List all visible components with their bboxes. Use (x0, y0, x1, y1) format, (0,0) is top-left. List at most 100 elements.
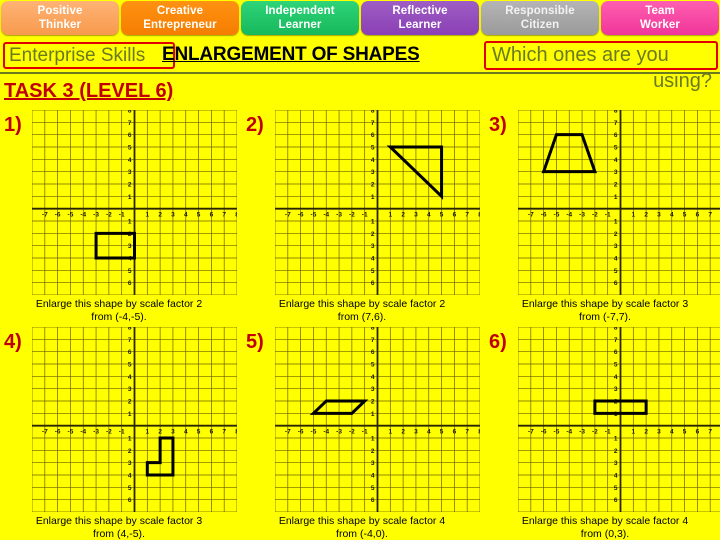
coordinate-grid: -7-6-5-4-3-2-11234567887654321123456 (518, 110, 720, 295)
skill-label-line1: Team (645, 5, 675, 17)
question-number: 5) (246, 331, 264, 353)
y-tick-label: 3 (371, 460, 375, 467)
skill-tab-independent-learner[interactable]: Independent Learner (241, 1, 359, 35)
skill-label-line1: Creative (156, 5, 204, 17)
x-tick-label: 1 (632, 429, 636, 436)
x-tick-label: 6 (453, 429, 457, 436)
x-tick-label: 4 (670, 212, 674, 219)
x-tick-label: 5 (197, 429, 201, 436)
y-tick-label: 7 (128, 337, 132, 344)
y-tick-label: 6 (128, 349, 132, 356)
coordinate-grid: -7-6-5-4-3-2-11234567887654321123456 (275, 327, 480, 512)
x-tick-label: -4 (80, 429, 86, 436)
question-caption: Enlarge this shape by scale factor 4 from… (243, 515, 481, 540)
enterprise-skills-label: Enterprise Skills (9, 44, 146, 66)
y-tick-label: 5 (614, 362, 618, 369)
caption-line2: from (7,6). (337, 310, 387, 323)
x-tick-label: 1 (389, 212, 393, 219)
question-caption: Enlarge this shape by scale factor 3 from… (486, 298, 720, 323)
question-caption: Enlarge this shape by scale factor 2 from… (0, 298, 238, 323)
x-tick-label: 7 (708, 212, 712, 219)
y-tick-label: 5 (371, 268, 375, 275)
x-tick-label: -5 (554, 429, 560, 436)
y-tick-label: 3 (128, 169, 132, 176)
y-tick-label: 5 (128, 145, 132, 152)
skill-label-line1: Independent (265, 5, 335, 17)
x-tick-label: 4 (427, 429, 431, 436)
x-tick-label: -2 (349, 429, 355, 436)
y-tick-label: 1 (128, 194, 132, 201)
y-tick-label: 6 (614, 497, 618, 504)
x-tick-label: 6 (696, 429, 700, 436)
skill-label-line2: Learner (278, 19, 322, 31)
x-tick-label: 7 (222, 429, 226, 436)
x-tick-label: -4 (80, 212, 86, 219)
y-tick-label: 1 (371, 436, 375, 443)
x-tick-label: 3 (414, 429, 418, 436)
y-tick-label: 1 (128, 436, 132, 443)
coordinate-grid: -7-6-5-4-3-2-11234567887654321123456 (32, 327, 237, 512)
x-tick-label: -5 (554, 212, 560, 219)
caption-line2: from (-7,7). (579, 310, 631, 323)
skill-tab-responsible-citizen[interactable]: Responsible Citizen (481, 1, 599, 35)
y-tick-label: 4 (371, 374, 375, 381)
y-tick-label: 1 (371, 219, 375, 226)
enterprise-skills-box: Enterprise Skills (3, 42, 175, 69)
y-tick-label: 5 (371, 485, 375, 492)
y-tick-label: 8 (371, 327, 375, 332)
x-tick-label: -6 (55, 212, 61, 219)
x-tick-label: 6 (453, 212, 457, 219)
y-tick-label: 2 (128, 399, 132, 406)
y-tick-label: 8 (128, 327, 132, 332)
y-tick-label: 8 (614, 110, 618, 115)
y-tick-label: 5 (128, 362, 132, 369)
y-tick-label: 2 (371, 231, 375, 238)
x-tick-label: 5 (440, 429, 444, 436)
coordinate-grid: -7-6-5-4-3-2-11234567887654321123456 (275, 110, 480, 295)
x-tick-label: -6 (298, 429, 304, 436)
y-tick-label: 2 (371, 399, 375, 406)
x-tick-label: 2 (158, 429, 162, 436)
y-tick-label: 3 (371, 243, 375, 250)
y-tick-label: 4 (614, 374, 618, 381)
x-tick-label: 7 (708, 429, 712, 436)
y-tick-label: 3 (128, 460, 132, 467)
x-tick-label: 3 (171, 429, 175, 436)
x-tick-label: 2 (644, 429, 648, 436)
skill-label-line2: Learner (398, 19, 442, 31)
x-tick-label: 1 (146, 212, 150, 219)
x-tick-label: 2 (644, 212, 648, 219)
skill-label-line1: Reflective (392, 5, 448, 17)
y-tick-label: 4 (371, 473, 375, 480)
y-tick-label: 7 (614, 120, 618, 127)
y-tick-label: 1 (614, 436, 618, 443)
x-tick-label: -3 (93, 429, 99, 436)
x-tick-label: -2 (106, 212, 112, 219)
caption-line2: from (0,3). (580, 527, 630, 540)
x-tick-label: -1 (119, 429, 125, 436)
skill-tab-positive-thinker[interactable]: Positive Thinker (1, 1, 119, 35)
y-tick-label: 7 (614, 337, 618, 344)
x-tick-label: -7 (528, 212, 534, 219)
y-tick-label: 6 (128, 132, 132, 139)
x-tick-label: -3 (93, 212, 99, 219)
x-tick-label: -5 (68, 429, 74, 436)
skill-tab-team-worker[interactable]: Team Worker (601, 1, 719, 35)
y-tick-label: 6 (371, 497, 375, 504)
skill-label-line2: Entrepreneur (143, 19, 217, 31)
x-tick-label: -3 (336, 212, 342, 219)
skill-tab-reflective-learner[interactable]: Reflective Learner (361, 1, 479, 35)
x-tick-label: 8 (235, 429, 237, 436)
x-tick-label: -5 (311, 429, 317, 436)
question-number: 2) (246, 114, 264, 136)
x-tick-label: -6 (55, 429, 61, 436)
y-tick-label: 3 (614, 243, 618, 250)
question-prompt-line2: using? (653, 70, 712, 92)
y-tick-label: 2 (614, 448, 618, 455)
skill-tab-creative-entrepreneur[interactable]: Creative Entrepreneur (121, 1, 239, 35)
question-prompt-box: Which ones are you (484, 41, 718, 70)
x-tick-label: -2 (349, 212, 355, 219)
x-tick-label: -4 (566, 429, 572, 436)
x-tick-label: -7 (285, 212, 291, 219)
x-tick-label: 4 (427, 212, 431, 219)
